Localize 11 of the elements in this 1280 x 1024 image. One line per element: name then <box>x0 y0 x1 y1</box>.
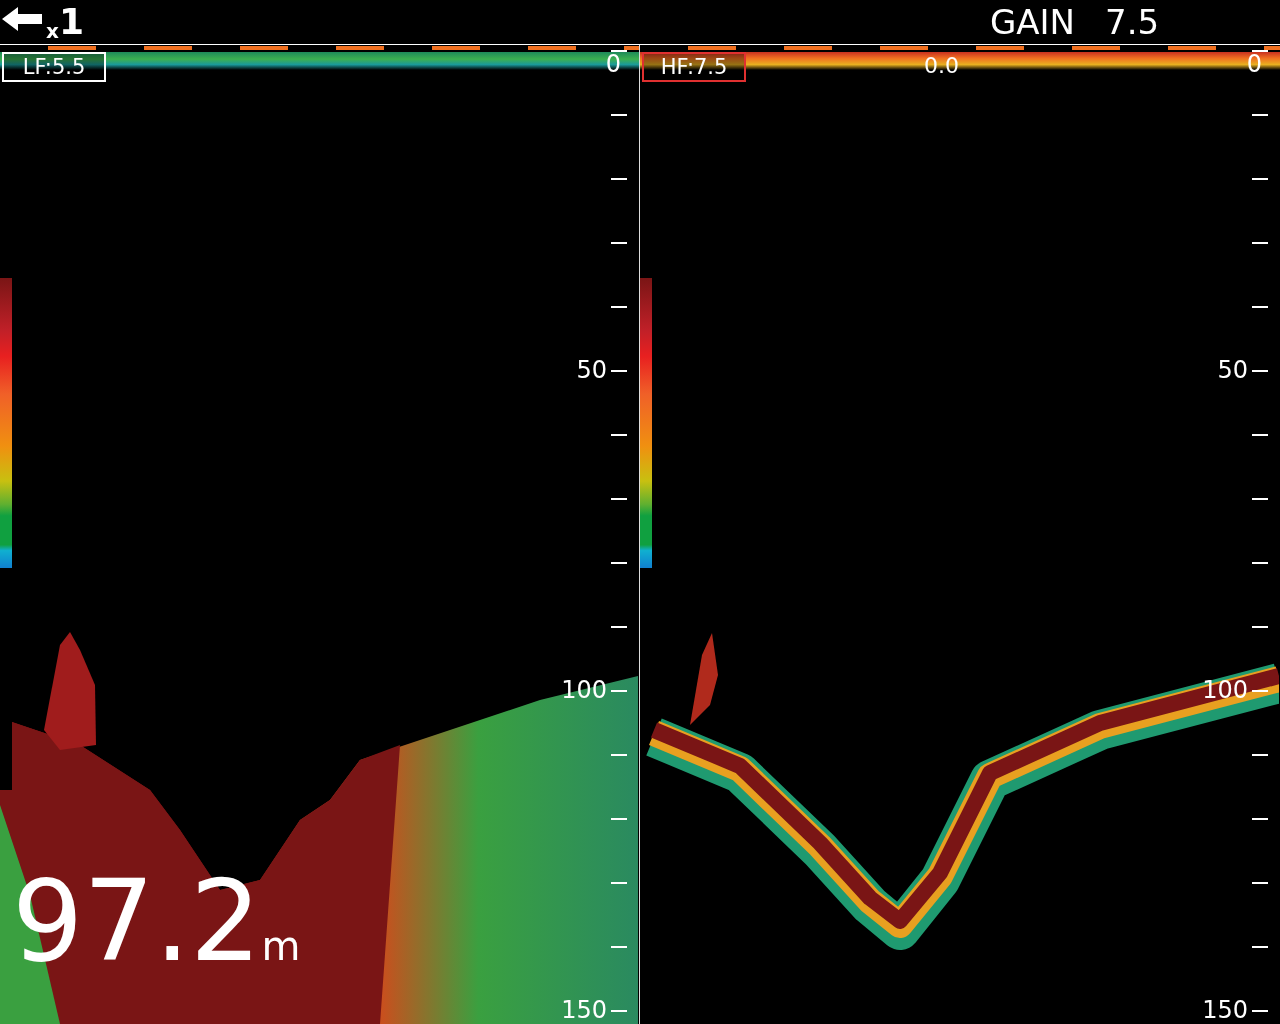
gain-value: 7.5 <box>1105 5 1160 39</box>
back-arrow-icon[interactable] <box>2 7 42 31</box>
depth-scale-label: 50 <box>576 358 607 382</box>
zoom-level: $_{x}$1 <box>46 3 84 41</box>
frequency-label[interactable]: LF:5.5 <box>2 52 106 82</box>
depth-scale-label: 50 <box>1217 358 1248 382</box>
frequency-label[interactable]: HF:7.5 <box>642 52 746 82</box>
depth-scale-label: 100 <box>1202 678 1248 702</box>
gain-label: GAIN <box>989 5 1076 39</box>
depth-scale-label: 150 <box>1202 998 1248 1022</box>
depth-scale-label: 150 <box>561 998 607 1022</box>
